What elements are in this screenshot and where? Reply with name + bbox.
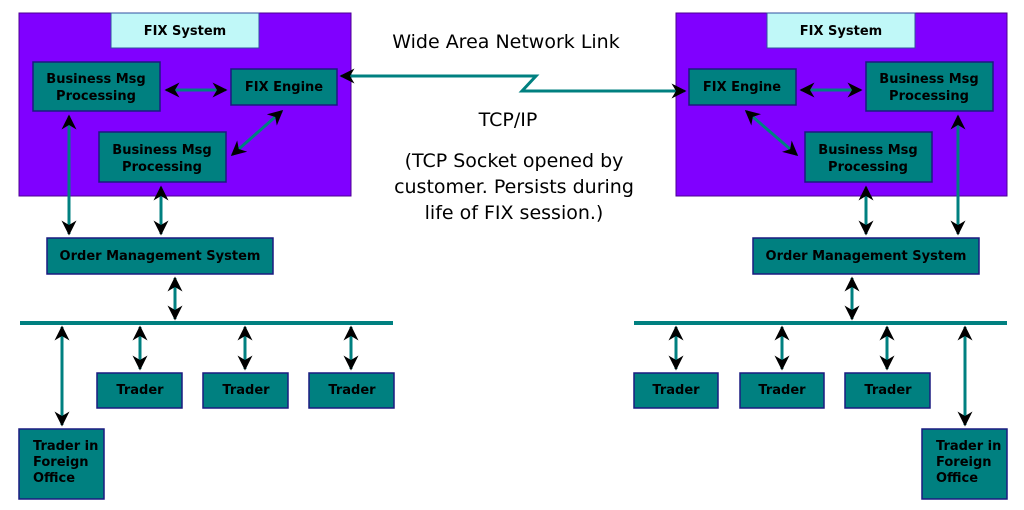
left-trader-2-label: Trader <box>222 383 270 398</box>
wan-link-protocol: TCP/IP <box>478 109 538 131</box>
left-site: FIX System Business Msg Processing FIX E… <box>18 12 395 500</box>
wan-link-note-line3: life of FIX session.) <box>425 202 604 224</box>
right-site: FIX System FIX Engine Business Msg Proce… <box>633 12 1008 500</box>
fix-network-diagram: FIX System Business Msg Processing FIX E… <box>18 12 1008 500</box>
right-trader-3-label: Trader <box>864 383 912 398</box>
right-trader-2-label: Trader <box>758 383 806 398</box>
left-bmp1-line2: Processing <box>56 89 136 104</box>
right-fix-system-label: FIX System <box>800 24 882 39</box>
left-oms-label: Order Management System <box>60 249 261 264</box>
right-foreign-line1: Trader in <box>936 439 1001 454</box>
right-fix-engine-label: FIX Engine <box>703 80 781 95</box>
right-bmp2-line2: Processing <box>828 160 908 175</box>
right-bmp2-line1: Business Msg <box>818 143 917 158</box>
left-foreign-line2: Foreign <box>33 455 89 470</box>
left-trader-1-label: Trader <box>116 383 164 398</box>
wan-link-arrow <box>339 68 687 99</box>
left-fix-engine-label: FIX Engine <box>245 80 323 95</box>
right-bmp1-line2: Processing <box>889 89 969 104</box>
left-bmp1-line1: Business Msg <box>46 72 145 87</box>
left-fix-system-label: FIX System <box>144 24 226 39</box>
left-foreign-line1: Trader in <box>33 439 98 454</box>
left-trader-3-label: Trader <box>328 383 376 398</box>
wan-link: Wide Area Network Link TCP/IP (TCP Socke… <box>339 31 687 224</box>
right-oms-label: Order Management System <box>766 249 967 264</box>
left-bmp2-line2: Processing <box>122 160 202 175</box>
wan-link-title: Wide Area Network Link <box>392 31 619 53</box>
right-trader-1-label: Trader <box>652 383 700 398</box>
right-foreign-line2: Foreign <box>936 455 992 470</box>
left-bmp2-line1: Business Msg <box>112 143 211 158</box>
right-bmp1-line1: Business Msg <box>879 72 978 87</box>
wan-link-note-line1: (TCP Socket opened by <box>405 150 624 172</box>
left-foreign-line3: Office <box>33 471 75 486</box>
right-foreign-line3: Office <box>936 471 978 486</box>
wan-link-note-line2: customer. Persists during <box>394 176 634 198</box>
